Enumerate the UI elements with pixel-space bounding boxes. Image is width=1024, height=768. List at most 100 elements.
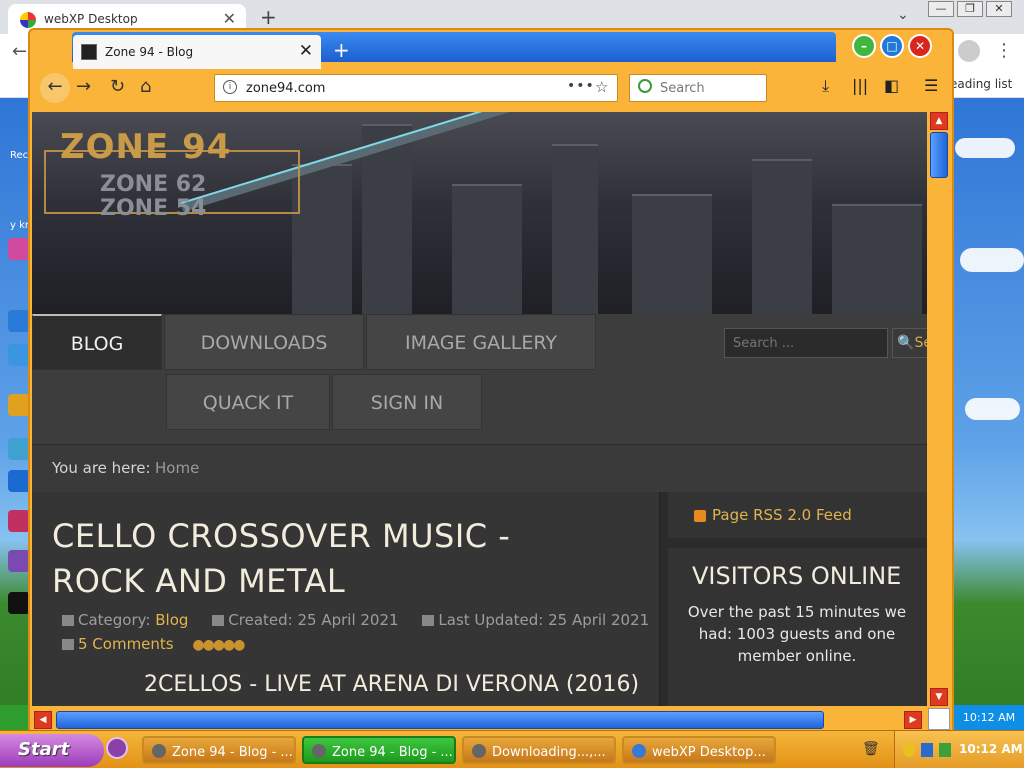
host-profile-avatar[interactable]	[958, 40, 980, 62]
visitors-title: VISITORS ONLINE	[692, 562, 902, 590]
menu-item-image-gallery[interactable]: IMAGE GALLERY	[366, 314, 596, 370]
rss-feed-link[interactable]: Page RSS 2.0 Feed	[712, 506, 852, 524]
scroll-up-arrow-icon[interactable]: ▲	[930, 112, 948, 130]
desktop-refresh-icon[interactable]	[8, 344, 30, 366]
host-back-arrow-icon[interactable]: ←	[12, 41, 27, 62]
site-main-menu: BLOG DOWNLOADS IMAGE GALLERY QUACK IT SI…	[32, 314, 927, 444]
scroll-down-arrow-icon[interactable]: ▼	[930, 688, 948, 706]
vertical-scroll-thumb[interactable]	[930, 132, 948, 178]
sidebar-icon[interactable]: ◧	[884, 76, 899, 95]
host-close-button[interactable]: ✕	[986, 1, 1012, 17]
reload-icon[interactable]: ↻	[110, 76, 125, 97]
menu-item-sign-in[interactable]: SIGN IN	[332, 374, 482, 430]
comments-link[interactable]: 5 Comments	[78, 635, 174, 653]
host-maximize-button[interactable]: ❐	[957, 1, 983, 17]
folder-icon	[62, 615, 74, 626]
url-bar[interactable]: i zone94.com ••• ☆	[214, 74, 618, 102]
site-search-button-label: Search	[914, 335, 927, 351]
download-task-icon	[472, 744, 486, 758]
site-logo-sub-2: ZONE 54	[100, 196, 207, 221]
category-link[interactable]: Blog	[155, 611, 188, 629]
zone94-favicon-icon	[81, 44, 97, 60]
scroll-right-arrow-icon[interactable]: ▶	[904, 711, 922, 729]
vertical-scrollbar[interactable]: ▲ ▼	[928, 112, 950, 708]
firefox-search-bar[interactable]: Search	[629, 74, 767, 102]
zone94-task-icon	[152, 744, 166, 758]
firefox-window-controls: – □ ✕	[852, 34, 932, 58]
menu-item-blog[interactable]: BLOG	[32, 314, 162, 370]
start-button[interactable]: Start	[0, 734, 104, 767]
hamburger-menu-icon[interactable]: ☰	[924, 76, 938, 95]
bookmark-star-icon[interactable]: ☆	[595, 78, 608, 96]
desktop-grid-icon[interactable]	[8, 438, 30, 460]
rss-module: Page RSS 2.0 Feed	[668, 492, 927, 538]
comment-icon	[62, 639, 74, 650]
taskbar-clock: 10:12 AM	[959, 742, 1023, 756]
banner-building	[552, 144, 598, 314]
firefox-tab[interactable]: Zone 94 - Blog ✕	[73, 35, 321, 69]
taskbar-task-label: webXP Desktop...	[652, 745, 766, 760]
desktop-gear-icon[interactable]	[8, 550, 30, 572]
library-icon[interactable]: |||	[852, 76, 868, 95]
menu-item-downloads[interactable]: DOWNLOADS	[164, 314, 364, 370]
site-logo-sub-1: ZONE 62	[100, 172, 207, 197]
desktop-app-icon[interactable]	[8, 238, 30, 260]
taskbar-task[interactable]: Downloading...,...	[462, 736, 616, 764]
desktop-icon-label: Rec	[10, 150, 29, 161]
taskbar-task[interactable]: webXP Desktop...	[622, 736, 776, 764]
rating-stars[interactable]: ●●●●●	[192, 633, 245, 657]
desktop-atom-icon[interactable]	[8, 510, 30, 532]
page-actions-icon[interactable]: •••	[567, 78, 595, 94]
horizontal-scroll-thumb[interactable]	[56, 711, 824, 729]
firefox-close-button[interactable]: ✕	[908, 34, 932, 58]
firefox-maximize-button[interactable]: □	[880, 34, 904, 58]
host-new-tab-button[interactable]: +	[260, 5, 277, 29]
horizontal-scrollbar[interactable]: ◀ ▶	[32, 710, 928, 730]
article-title[interactable]: CELLO CROSSOVER MUSIC - ROCK AND METAL	[52, 514, 612, 604]
firefox-minimize-button[interactable]: –	[852, 34, 876, 58]
firefox-navigation-bar: ← → ↻ ⌂ i zone94.com ••• ☆ Search ⤓ ||| …	[32, 70, 952, 110]
desktop-tool-icon[interactable]	[8, 394, 30, 416]
forward-arrow-icon[interactable]: →	[76, 76, 91, 97]
scroll-left-arrow-icon[interactable]: ◀	[34, 711, 52, 729]
trash-icon[interactable]: 🗑	[862, 741, 880, 757]
site-logo-title[interactable]: ZONE 94	[60, 127, 231, 167]
visitors-text: Over the past 15 minutes we had: 1003 gu…	[687, 603, 907, 665]
rss-icon	[694, 510, 706, 522]
created-date: Created: 25 April 2021	[228, 611, 399, 629]
breadcrumb: You are here: Home	[32, 444, 927, 492]
host-minimize-button[interactable]: —	[928, 1, 954, 17]
url-text[interactable]: zone94.com	[246, 81, 325, 96]
taskbar-task-active[interactable]: Zone 94 - Blog - ...	[302, 736, 456, 764]
site-search-button[interactable]: 🔍Search	[892, 328, 927, 358]
host-reading-list-link[interactable]: eading list	[950, 77, 1012, 91]
home-icon[interactable]: ⌂	[140, 76, 151, 97]
desktop-cmd-icon[interactable]	[8, 592, 30, 614]
calendar-icon	[422, 615, 435, 626]
host-tab-list-chevron-down-icon[interactable]: ⌄	[897, 7, 909, 23]
security-icon[interactable]	[939, 743, 951, 757]
network-icon[interactable]	[921, 743, 933, 757]
taskbar-task-label: Zone 94 - Blog - ...	[332, 745, 453, 760]
downloads-icon[interactable]: ⤓	[822, 76, 829, 96]
host-tab-close-icon[interactable]: ✕	[223, 9, 236, 28]
breadcrumb-home: Home	[155, 459, 200, 477]
menu-item-quack-it[interactable]: QUACK IT	[166, 374, 330, 430]
site-banner: ZONE 94 ZONE 62 ZONE 54	[32, 112, 927, 314]
back-arrow-icon[interactable]: ←	[40, 73, 70, 103]
site-info-icon[interactable]: i	[223, 80, 237, 94]
video-title: 2CELLOS - LIVE AT ARENA DI VERONA (2016)	[144, 672, 640, 697]
visitors-module: VISITORS ONLINE Over the past 15 minutes…	[668, 548, 927, 706]
taskbar-task[interactable]: Zone 94 - Blog - ...	[142, 736, 296, 764]
quick-launch-icon[interactable]	[106, 737, 128, 759]
desktop-phone-icon[interactable]	[8, 470, 30, 492]
desktop-ie-icon[interactable]	[8, 310, 30, 332]
firefox-tab-close-icon[interactable]: ✕	[299, 41, 313, 61]
firefox-search-placeholder[interactable]: Search	[660, 81, 705, 96]
firefox-new-tab-button[interactable]: +	[333, 38, 350, 62]
site-search-input[interactable]	[724, 328, 888, 358]
inner-xp-start-flag-icon[interactable]	[0, 705, 28, 730]
calendar-icon	[212, 615, 225, 626]
host-menu-icon[interactable]: ⋮	[995, 40, 1013, 61]
shield-icon[interactable]	[903, 743, 915, 757]
